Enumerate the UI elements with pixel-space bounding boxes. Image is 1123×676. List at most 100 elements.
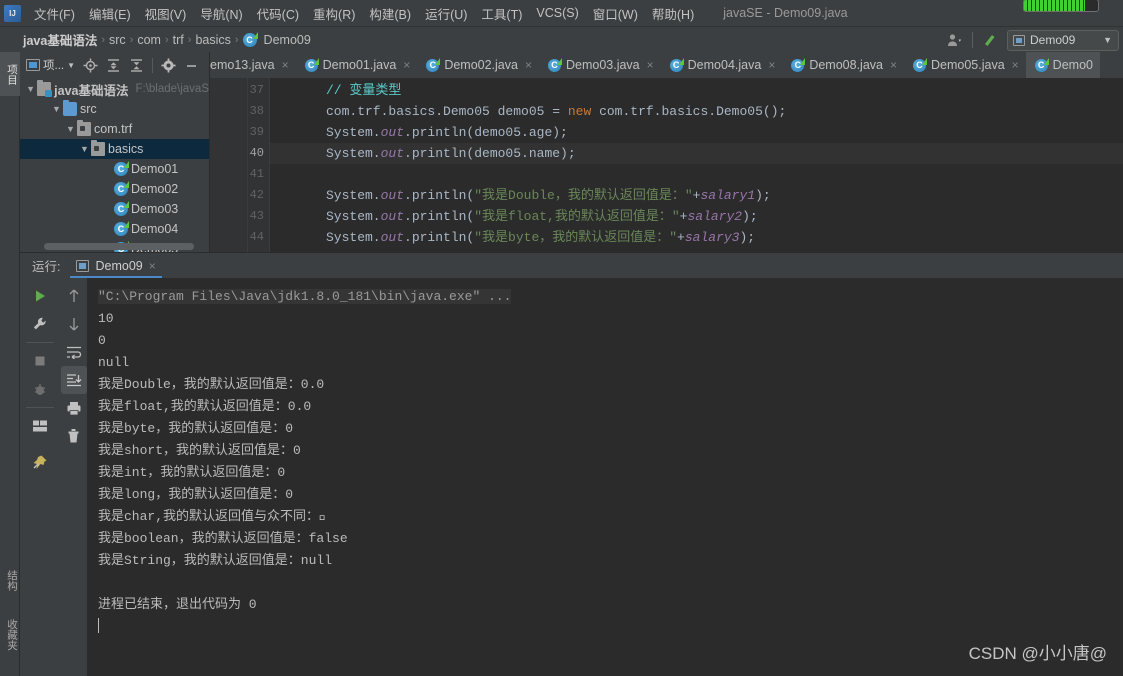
code-token: out	[380, 146, 405, 161]
user-settings-icon[interactable]	[944, 29, 966, 51]
scroll-from-source-icon[interactable]	[80, 55, 101, 76]
menu-bar: 文件(F) 编辑(E) 视图(V) 导航(N) 代码(C) 重构(R) 构建(B…	[0, 0, 1123, 26]
trash-icon[interactable]	[61, 422, 87, 450]
editor-gutter[interactable]: 37 38 39 40 41 42 43 44	[210, 78, 270, 252]
code-token: );	[755, 188, 771, 203]
java-class-icon	[913, 57, 927, 72]
collapse-all-icon[interactable]	[126, 55, 147, 76]
gear-icon[interactable]	[158, 55, 179, 76]
breadcrumb-item-basics[interactable]: basics	[192, 32, 233, 48]
toolbar-divider	[26, 342, 54, 343]
console-line: 我是boolean，我的默认返回值是：false	[98, 531, 348, 546]
intellij-logo-icon	[4, 4, 21, 22]
expand-all-icon[interactable]	[103, 55, 124, 76]
run-configuration-selector[interactable]: Demo09 ▼	[1007, 29, 1119, 51]
editor-tab-demo01[interactable]: Demo01.java ×	[296, 52, 418, 78]
chevron-down-icon[interactable]: ▼	[66, 124, 75, 134]
chevron-down-icon[interactable]: ▼	[26, 84, 35, 94]
soft-wrap-icon[interactable]	[61, 338, 87, 366]
layout-icon[interactable]	[25, 412, 55, 440]
menu-navigate[interactable]: 导航(N)	[193, 1, 249, 26]
line-number: 44	[249, 230, 264, 244]
tree-node-demo02[interactable]: Demo02	[20, 179, 209, 199]
breadcrumb-item-com[interactable]: com	[134, 32, 164, 48]
breadcrumb-item-project[interactable]: java基础语法	[20, 29, 100, 50]
editor-tab-demo13[interactable]: emo13.java ×	[210, 52, 296, 78]
tree-node-project[interactable]: ▼ java基础语法 F:\blade\javaS	[20, 79, 209, 99]
editor-tab-demo05[interactable]: Demo05.java ×	[904, 52, 1026, 78]
menu-build[interactable]: 构建(B)	[362, 1, 418, 26]
close-icon[interactable]: ×	[403, 58, 410, 72]
tree-node-path: F:\blade\javaS	[135, 83, 209, 95]
run-tab-demo09[interactable]: Demo09 ×	[70, 253, 163, 278]
console-line: 我是float,我的默认返回值是：0.0	[98, 399, 312, 414]
breadcrumb-item-src[interactable]: src	[106, 32, 129, 48]
arrow-up-icon[interactable]	[61, 282, 87, 310]
menu-code[interactable]: 代码(C)	[250, 1, 306, 26]
editor-tab-demo09[interactable]: Demo0	[1025, 52, 1100, 78]
code-token: .println(demo05.age);	[404, 125, 568, 140]
close-icon[interactable]: ×	[525, 58, 532, 72]
close-icon[interactable]: ×	[890, 58, 897, 72]
menu-run[interactable]: 运行(U)	[418, 1, 474, 26]
menu-vcs[interactable]: VCS(S)	[529, 3, 585, 23]
menu-tools[interactable]: 工具(T)	[474, 1, 529, 26]
menu-view[interactable]: 视图(V)	[138, 1, 194, 26]
code-editor[interactable]: 37 38 39 40 41 42 43 44 // 变量类型 com.trf.…	[210, 78, 1123, 252]
scroll-to-end-icon[interactable]	[60, 366, 87, 394]
menu-edit[interactable]: 编辑(E)	[82, 1, 138, 26]
code-token: .println(	[404, 209, 475, 224]
project-view-selector[interactable]: 项... ▼	[23, 57, 78, 73]
wrench-icon[interactable]	[25, 310, 55, 338]
tool-window-tab-favorites[interactable]: 收藏夹	[0, 606, 20, 664]
close-icon[interactable]: ×	[149, 259, 156, 273]
chevron-down-icon[interactable]: ▼	[52, 104, 61, 114]
vcs-update-icon[interactable]	[979, 29, 1001, 51]
editor-tab-label: Demo02.java	[444, 58, 518, 72]
editor-tab-demo04[interactable]: Demo04.java ×	[661, 52, 783, 78]
tree-node-src[interactable]: ▼ src	[20, 99, 209, 119]
chevron-down-icon[interactable]: ▼	[80, 144, 89, 154]
editor-tab-demo02[interactable]: Demo02.java ×	[417, 52, 539, 78]
console-output[interactable]: "C:\Program Files\Java\jdk1.8.0_181\bin\…	[88, 278, 1123, 676]
breadcrumb-item-trf[interactable]: trf	[170, 32, 187, 48]
project-horizontal-scrollbar[interactable]	[44, 243, 194, 250]
memory-indicator[interactable]	[1023, 0, 1099, 12]
print-icon[interactable]	[61, 394, 87, 422]
code-token: "我是byte，我的默认返回值是："	[474, 230, 678, 245]
minimize-icon[interactable]	[181, 55, 202, 76]
editor-tab-label: Demo08.java	[809, 58, 883, 72]
project-icon	[37, 80, 53, 97]
tree-node-com-trf[interactable]: ▼ com.trf	[20, 119, 209, 139]
arrow-down-icon[interactable]	[61, 310, 87, 338]
tree-node-demo01[interactable]: Demo01	[20, 159, 209, 179]
tool-window-tab-structure[interactable]: 结构	[0, 558, 20, 602]
debug-icon[interactable]	[25, 375, 55, 403]
tree-node-demo04[interactable]: Demo04	[20, 219, 209, 239]
java-class-icon	[669, 57, 684, 72]
menu-file[interactable]: 文件(F)	[27, 1, 82, 26]
tool-window-tab-project[interactable]: 项目	[0, 52, 20, 96]
menu-refactor[interactable]: 重构(R)	[306, 1, 362, 26]
tree-node-demo03[interactable]: Demo03	[20, 199, 209, 219]
close-icon[interactable]: ×	[282, 58, 289, 72]
breadcrumb-item-demo09[interactable]: Demo09	[261, 32, 314, 48]
code-line-current: System.out.println(demo05.name);	[270, 143, 1123, 164]
code-lines[interactable]: // 变量类型 com.trf.basics.Demo05 demo05 = n…	[270, 78, 1123, 252]
project-view-icon	[26, 59, 40, 71]
menu-help[interactable]: 帮助(H)	[645, 1, 701, 26]
close-icon[interactable]: ×	[1012, 58, 1019, 72]
close-icon[interactable]: ×	[647, 58, 654, 72]
java-class-icon	[242, 31, 258, 47]
code-line: System.out.println("我是float,我的默认返回值是："+s…	[270, 206, 1123, 227]
stop-icon[interactable]	[25, 347, 55, 375]
run-icon[interactable]	[25, 282, 55, 310]
tree-node-basics[interactable]: ▼ basics	[20, 139, 209, 159]
editor-tab-demo03[interactable]: Demo03.java ×	[539, 52, 661, 78]
code-line: System.out.println(demo05.age);	[270, 122, 1123, 143]
close-icon[interactable]: ×	[768, 58, 775, 72]
pin-icon[interactable]	[25, 448, 55, 476]
menu-window[interactable]: 窗口(W)	[586, 1, 645, 26]
editor-tab-demo08[interactable]: Demo08.java ×	[782, 52, 904, 78]
console-command: "C:\Program Files\Java\jdk1.8.0_181\bin\…	[98, 289, 512, 304]
